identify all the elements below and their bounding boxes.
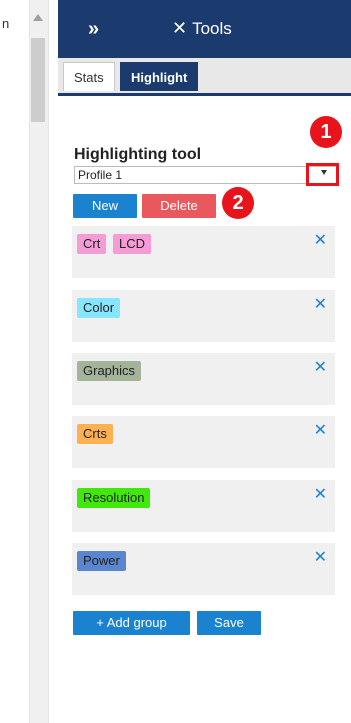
highlight-group: Power ✕ (72, 543, 335, 595)
keyword-tag[interactable]: Color (77, 298, 121, 318)
highlight-group: Crts ✕ (72, 416, 335, 468)
scroll-up-arrow-icon[interactable] (33, 14, 43, 21)
remove-group-icon[interactable]: ✕ (314, 230, 327, 250)
keyword-tag[interactable]: Graphics (77, 361, 142, 381)
save-button[interactable]: Save (197, 611, 261, 635)
annotation-badge-1: 1 (310, 116, 342, 148)
remove-group-icon[interactable]: ✕ (314, 484, 327, 504)
remove-group-icon[interactable]: ✕ (314, 357, 327, 377)
tools-panel: » ✕ Tools Stats Highlight Highlighting to… (58, 0, 351, 723)
keyword-tag[interactable]: Power (77, 551, 126, 571)
remove-group-icon[interactable]: ✕ (314, 294, 327, 314)
profile-select[interactable]: Profile 1 (74, 166, 338, 184)
background-window: n (0, 0, 59, 723)
remove-group-icon[interactable]: ✕ (314, 547, 327, 567)
highlight-group: Graphics ✕ (72, 353, 335, 405)
panel-title-text: Tools (192, 19, 232, 38)
scrollbar-thumb[interactable] (31, 38, 45, 122)
tab-bar: Stats Highlight (58, 58, 351, 96)
background-window-text: n (2, 16, 10, 31)
tab-stats[interactable]: Stats (63, 62, 115, 91)
keyword-tag[interactable]: LCD (113, 234, 152, 254)
panel-header: » ✕ Tools (58, 0, 351, 58)
highlight-group: Crt LCD ✕ (72, 226, 335, 278)
highlight-group: Color ✕ (72, 290, 335, 342)
highlighting-tool-title: Highlighting tool (74, 146, 202, 163)
panel-title: ✕ Tools (172, 16, 232, 41)
annotation-badge-2: 2 (222, 187, 254, 219)
tools-icon: ✕ (172, 18, 188, 38)
new-profile-button[interactable]: New (73, 194, 137, 218)
keyword-tag[interactable]: Resolution (77, 488, 151, 508)
dropdown-arrow-icon[interactable] (321, 170, 327, 175)
highlight-group: Resolution ✕ (72, 480, 335, 532)
keyword-tag[interactable]: Crts (77, 424, 113, 444)
delete-profile-button[interactable]: Delete (142, 194, 216, 218)
collapse-chevron-icon[interactable]: » (88, 17, 112, 41)
tab-highlight[interactable]: Highlight (120, 62, 199, 91)
remove-group-icon[interactable]: ✕ (314, 420, 327, 440)
add-group-button[interactable]: + Add group (73, 611, 190, 635)
keyword-tag[interactable]: Crt (77, 234, 107, 254)
